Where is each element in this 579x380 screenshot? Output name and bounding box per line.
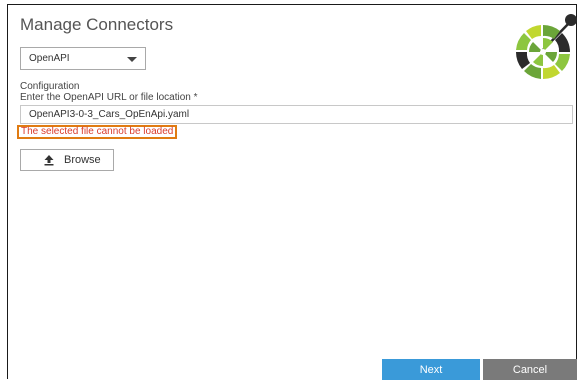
manage-connectors-dialog: Manage Connectors OpenAPI Configuration … (7, 4, 577, 380)
browse-button-label: Browse (64, 154, 101, 166)
openapi-url-input[interactable] (20, 105, 573, 124)
chevron-down-icon (127, 57, 137, 62)
next-button[interactable]: Next (382, 359, 480, 380)
cancel-button[interactable]: Cancel (483, 359, 577, 380)
browse-button[interactable]: Browse (20, 149, 114, 171)
configuration-section-label: Configuration (20, 81, 80, 92)
connector-type-select[interactable]: OpenAPI (20, 47, 146, 70)
dialog-title: Manage Connectors (20, 15, 174, 34)
url-field-label: Enter the OpenAPI URL or file location * (20, 92, 198, 103)
openapi-logo-icon (516, 14, 577, 80)
file-load-error-message: The selected file cannot be loaded (17, 125, 178, 139)
connector-type-value: OpenAPI (29, 53, 70, 64)
upload-icon (44, 155, 54, 166)
